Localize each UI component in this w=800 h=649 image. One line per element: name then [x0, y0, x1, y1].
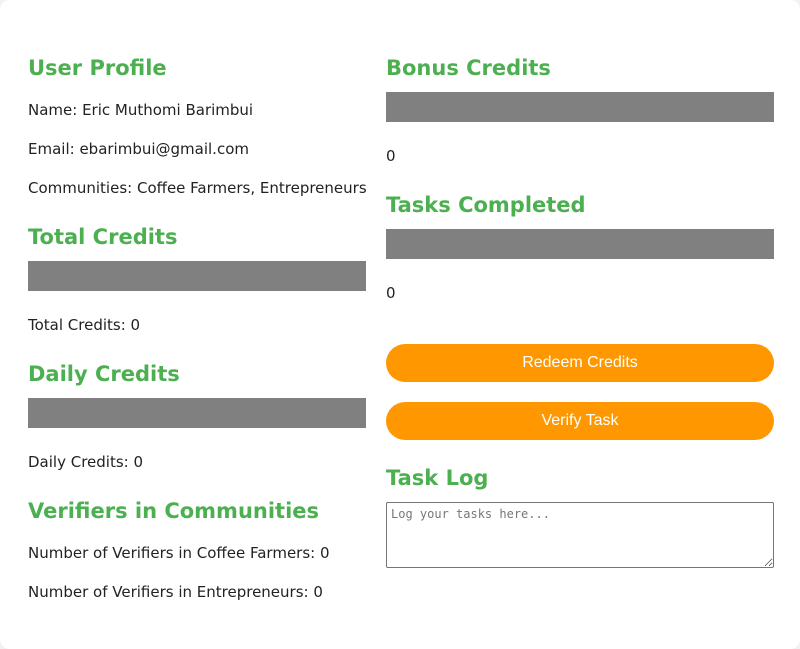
total-credits-progress-bar — [28, 261, 366, 291]
bonus-credits-heading: Bonus Credits — [386, 56, 551, 80]
tasks-completed-value: 0 — [386, 284, 396, 302]
profile-email: Email: ebarimbui@gmail.com — [28, 140, 249, 158]
redeem-credits-button[interactable]: Redeem Credits — [386, 344, 774, 382]
verify-task-button[interactable]: Verify Task — [386, 402, 774, 440]
total-credits-heading: Total Credits — [28, 225, 178, 249]
daily-credits-label: Daily Credits: 0 — [28, 453, 144, 471]
tasks-completed-progress-bar — [386, 229, 774, 259]
verifiers-coffee-farmers: Number of Verifiers in Coffee Farmers: 0 — [28, 544, 330, 562]
verifiers-entrepreneurs: Number of Verifiers in Entrepreneurs: 0 — [28, 583, 323, 601]
user-profile-heading: User Profile — [28, 56, 167, 80]
profile-communities: Communities: Coffee Farmers, Entrepreneu… — [28, 179, 367, 197]
task-log-input[interactable] — [386, 502, 774, 568]
total-credits-label: Total Credits: 0 — [28, 316, 141, 334]
profile-name: Name: Eric Muthomi Barimbui — [28, 101, 254, 119]
verifiers-heading: Verifiers in Communities — [28, 499, 320, 523]
bonus-credits-value: 0 — [386, 147, 396, 165]
task-log-heading: Task Log — [386, 466, 489, 490]
daily-credits-progress-bar — [28, 398, 366, 428]
bonus-credits-progress-bar — [386, 92, 774, 122]
dashboard-card: User Profile Name: Eric Muthomi Barimbui… — [0, 0, 800, 649]
tasks-completed-heading: Tasks Completed — [386, 193, 586, 217]
daily-credits-heading: Daily Credits — [28, 362, 180, 386]
